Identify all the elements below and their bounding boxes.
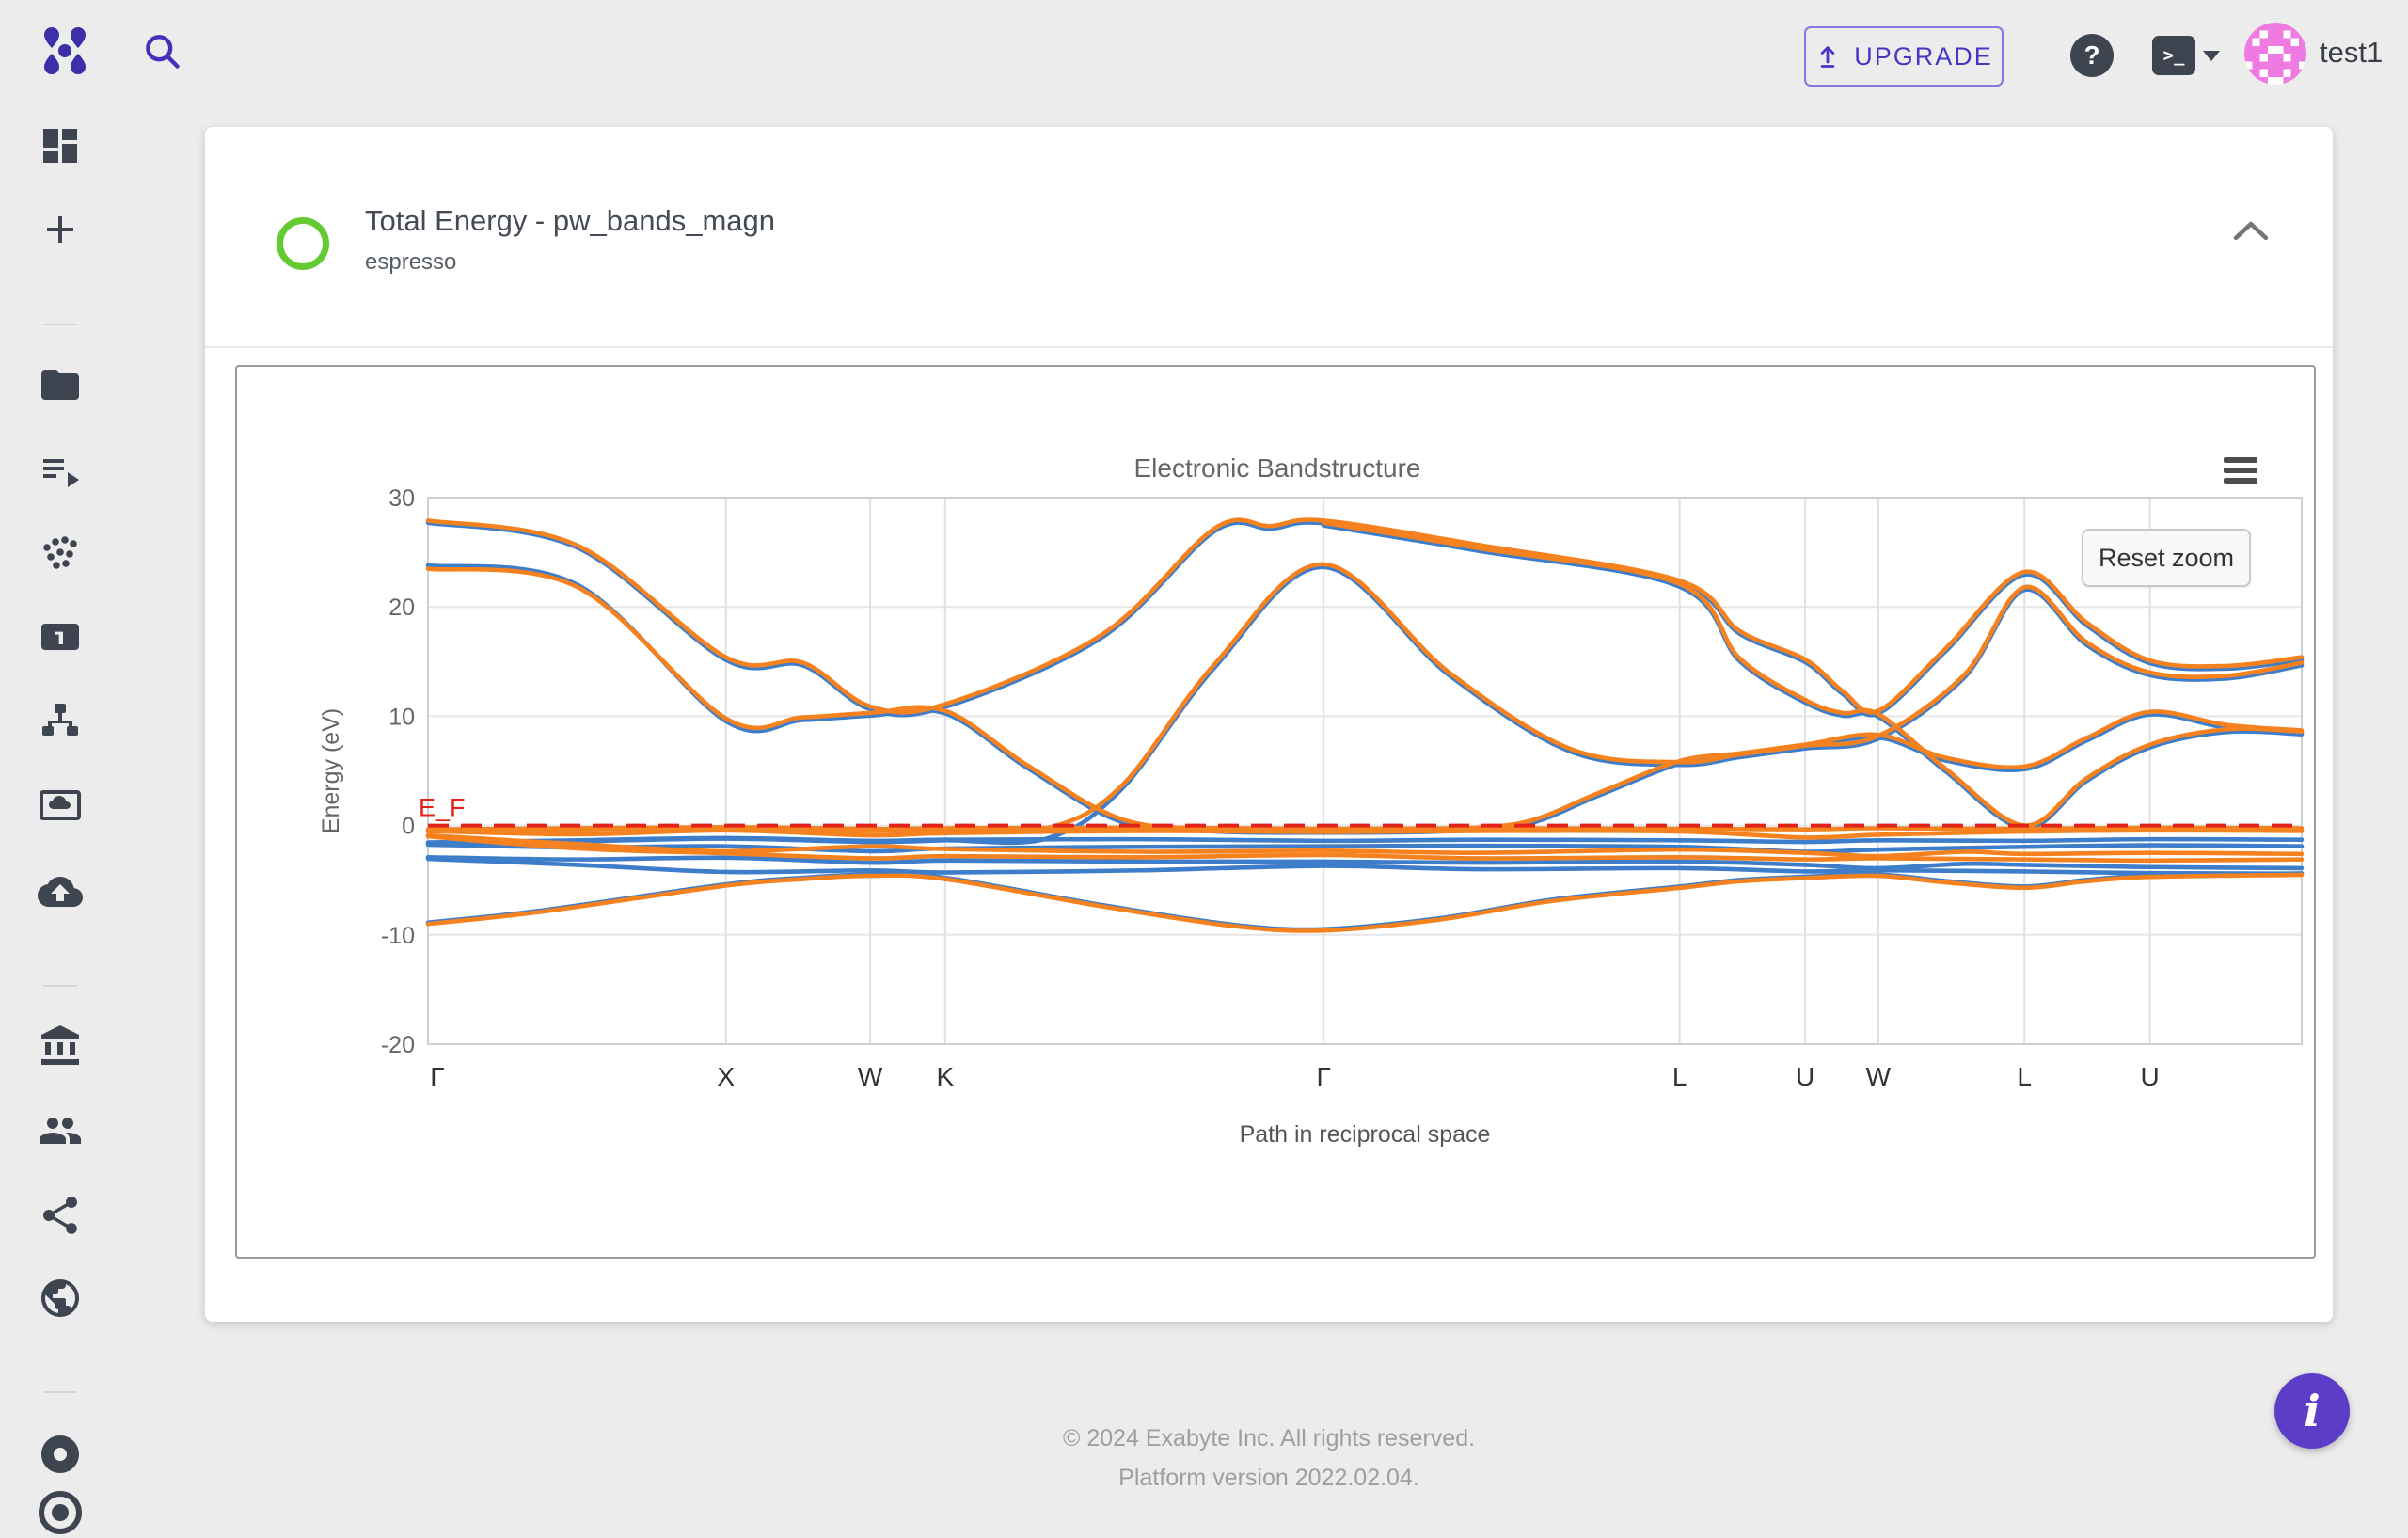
mat3ra-logo-icon[interactable] bbox=[41, 26, 88, 75]
collapse-chevron-up-icon[interactable] bbox=[2227, 215, 2274, 249]
footer-version: Platform version 2022.02.04. bbox=[205, 1458, 2333, 1498]
svg-text:W: W bbox=[1866, 1062, 1892, 1091]
upgrade-label: UPGRADE bbox=[1854, 42, 1993, 71]
sidebar-item-entity-bank[interactable] bbox=[38, 614, 83, 659]
card-subtitle: espresso bbox=[365, 249, 456, 276]
svg-text:20: 20 bbox=[388, 595, 415, 621]
atoms-dots-icon bbox=[38, 531, 83, 576]
username: test1 bbox=[2320, 36, 2383, 70]
sidebar-item-teams[interactable] bbox=[38, 1108, 83, 1153]
svg-text:L: L bbox=[2017, 1062, 2032, 1091]
image-cloud-icon bbox=[38, 783, 83, 828]
svg-text:Γ: Γ bbox=[430, 1062, 444, 1091]
sidebar-item-organization[interactable] bbox=[38, 1023, 83, 1069]
bank-icon bbox=[38, 1023, 83, 1069]
footer: © 2024 Exabyte Inc. All rights reserved.… bbox=[205, 1419, 2333, 1498]
svg-text:U: U bbox=[2141, 1062, 2160, 1091]
svg-text:X: X bbox=[717, 1062, 735, 1091]
svg-text:Γ: Γ bbox=[1316, 1062, 1330, 1091]
svg-text:-20: -20 bbox=[381, 1032, 415, 1058]
svg-text:E_F: E_F bbox=[419, 794, 466, 822]
sidebar-item-support[interactable] bbox=[38, 1432, 83, 1477]
upload-icon bbox=[1814, 43, 1841, 70]
lifesaver-icon bbox=[38, 1432, 83, 1477]
svg-text:10: 10 bbox=[388, 704, 415, 730]
svg-text:L: L bbox=[1672, 1062, 1687, 1091]
help-icon[interactable]: ? bbox=[2070, 34, 2114, 77]
footer-copyright: © 2024 Exabyte Inc. All rights reserved. bbox=[205, 1419, 2333, 1458]
sidebar-item-dashboard[interactable] bbox=[38, 123, 83, 168]
share-icon bbox=[38, 1193, 83, 1238]
svg-text:U: U bbox=[1796, 1062, 1814, 1091]
console-menu-button[interactable]: >_ bbox=[2152, 34, 2222, 77]
sidebar-item-import[interactable] bbox=[38, 869, 83, 914]
sidebar-item-projects[interactable] bbox=[38, 362, 83, 407]
workflow-icon bbox=[38, 698, 83, 743]
card-title: Total Energy - pw_bands_magn bbox=[365, 204, 775, 238]
sidebar-item-more[interactable] bbox=[38, 1490, 83, 1535]
upgrade-button[interactable]: UPGRADE bbox=[1804, 26, 2004, 87]
svg-text:Path in reciprocal space: Path in reciprocal space bbox=[1240, 1121, 1491, 1148]
sidebar-item-designer[interactable] bbox=[38, 783, 83, 828]
plus-icon bbox=[38, 207, 83, 252]
people-icon bbox=[38, 1108, 83, 1153]
svg-text:K: K bbox=[936, 1062, 954, 1091]
svg-text:Electronic Bandstructure: Electronic Bandstructure bbox=[1133, 453, 1420, 483]
sidebar-item-jobs[interactable] bbox=[38, 448, 83, 493]
sidebar-item-materials[interactable] bbox=[38, 531, 83, 576]
playlist-play-icon bbox=[38, 448, 83, 493]
sidebar-item-create[interactable] bbox=[38, 207, 83, 252]
avatar[interactable] bbox=[2244, 23, 2306, 85]
reset-zoom-button[interactable]: Reset zoom bbox=[2082, 529, 2251, 587]
status-ring-icon bbox=[277, 217, 329, 270]
search-icon[interactable] bbox=[141, 30, 182, 73]
info-icon: i bbox=[2304, 1386, 2320, 1436]
chart-menu-icon[interactable] bbox=[2224, 457, 2258, 484]
sidebar-item-explore[interactable] bbox=[38, 1276, 83, 1321]
svg-text:Energy (eV): Energy (eV) bbox=[318, 708, 344, 833]
cloud-upload-icon bbox=[38, 869, 83, 914]
svg-text:-10: -10 bbox=[381, 923, 415, 949]
chevron-down-icon bbox=[2203, 51, 2220, 61]
sidebar-item-share[interactable] bbox=[38, 1193, 83, 1238]
sidebar-item-workflows[interactable] bbox=[38, 698, 83, 743]
globe-partial-icon bbox=[38, 1490, 83, 1535]
sidebar-divider bbox=[43, 1391, 77, 1393]
result-card-header: Total Energy - pw_bands_magn espresso bbox=[205, 127, 2333, 348]
sidebar-divider bbox=[43, 324, 77, 325]
result-card: Total Energy - pw_bands_magn espresso E_… bbox=[205, 127, 2333, 1322]
sidebar-divider bbox=[43, 985, 77, 987]
dashboard-icon bbox=[38, 123, 83, 168]
bandstructure-chart[interactable]: E_F Electronic Bandstructure 30 20 10 0 -10 -20… bbox=[237, 367, 2314, 1257]
one-badge-icon bbox=[38, 614, 83, 659]
globe-icon bbox=[38, 1276, 83, 1321]
svg-text:30: 30 bbox=[388, 485, 415, 512]
bandstructure-panel: E_F Electronic Bandstructure 30 20 10 0 -10 -20… bbox=[235, 365, 2316, 1259]
svg-text:0: 0 bbox=[402, 814, 415, 840]
svg-text:W: W bbox=[858, 1062, 883, 1091]
terminal-icon: >_ bbox=[2152, 36, 2195, 75]
folder-icon bbox=[38, 362, 83, 407]
info-fab-button[interactable]: i bbox=[2274, 1373, 2350, 1449]
